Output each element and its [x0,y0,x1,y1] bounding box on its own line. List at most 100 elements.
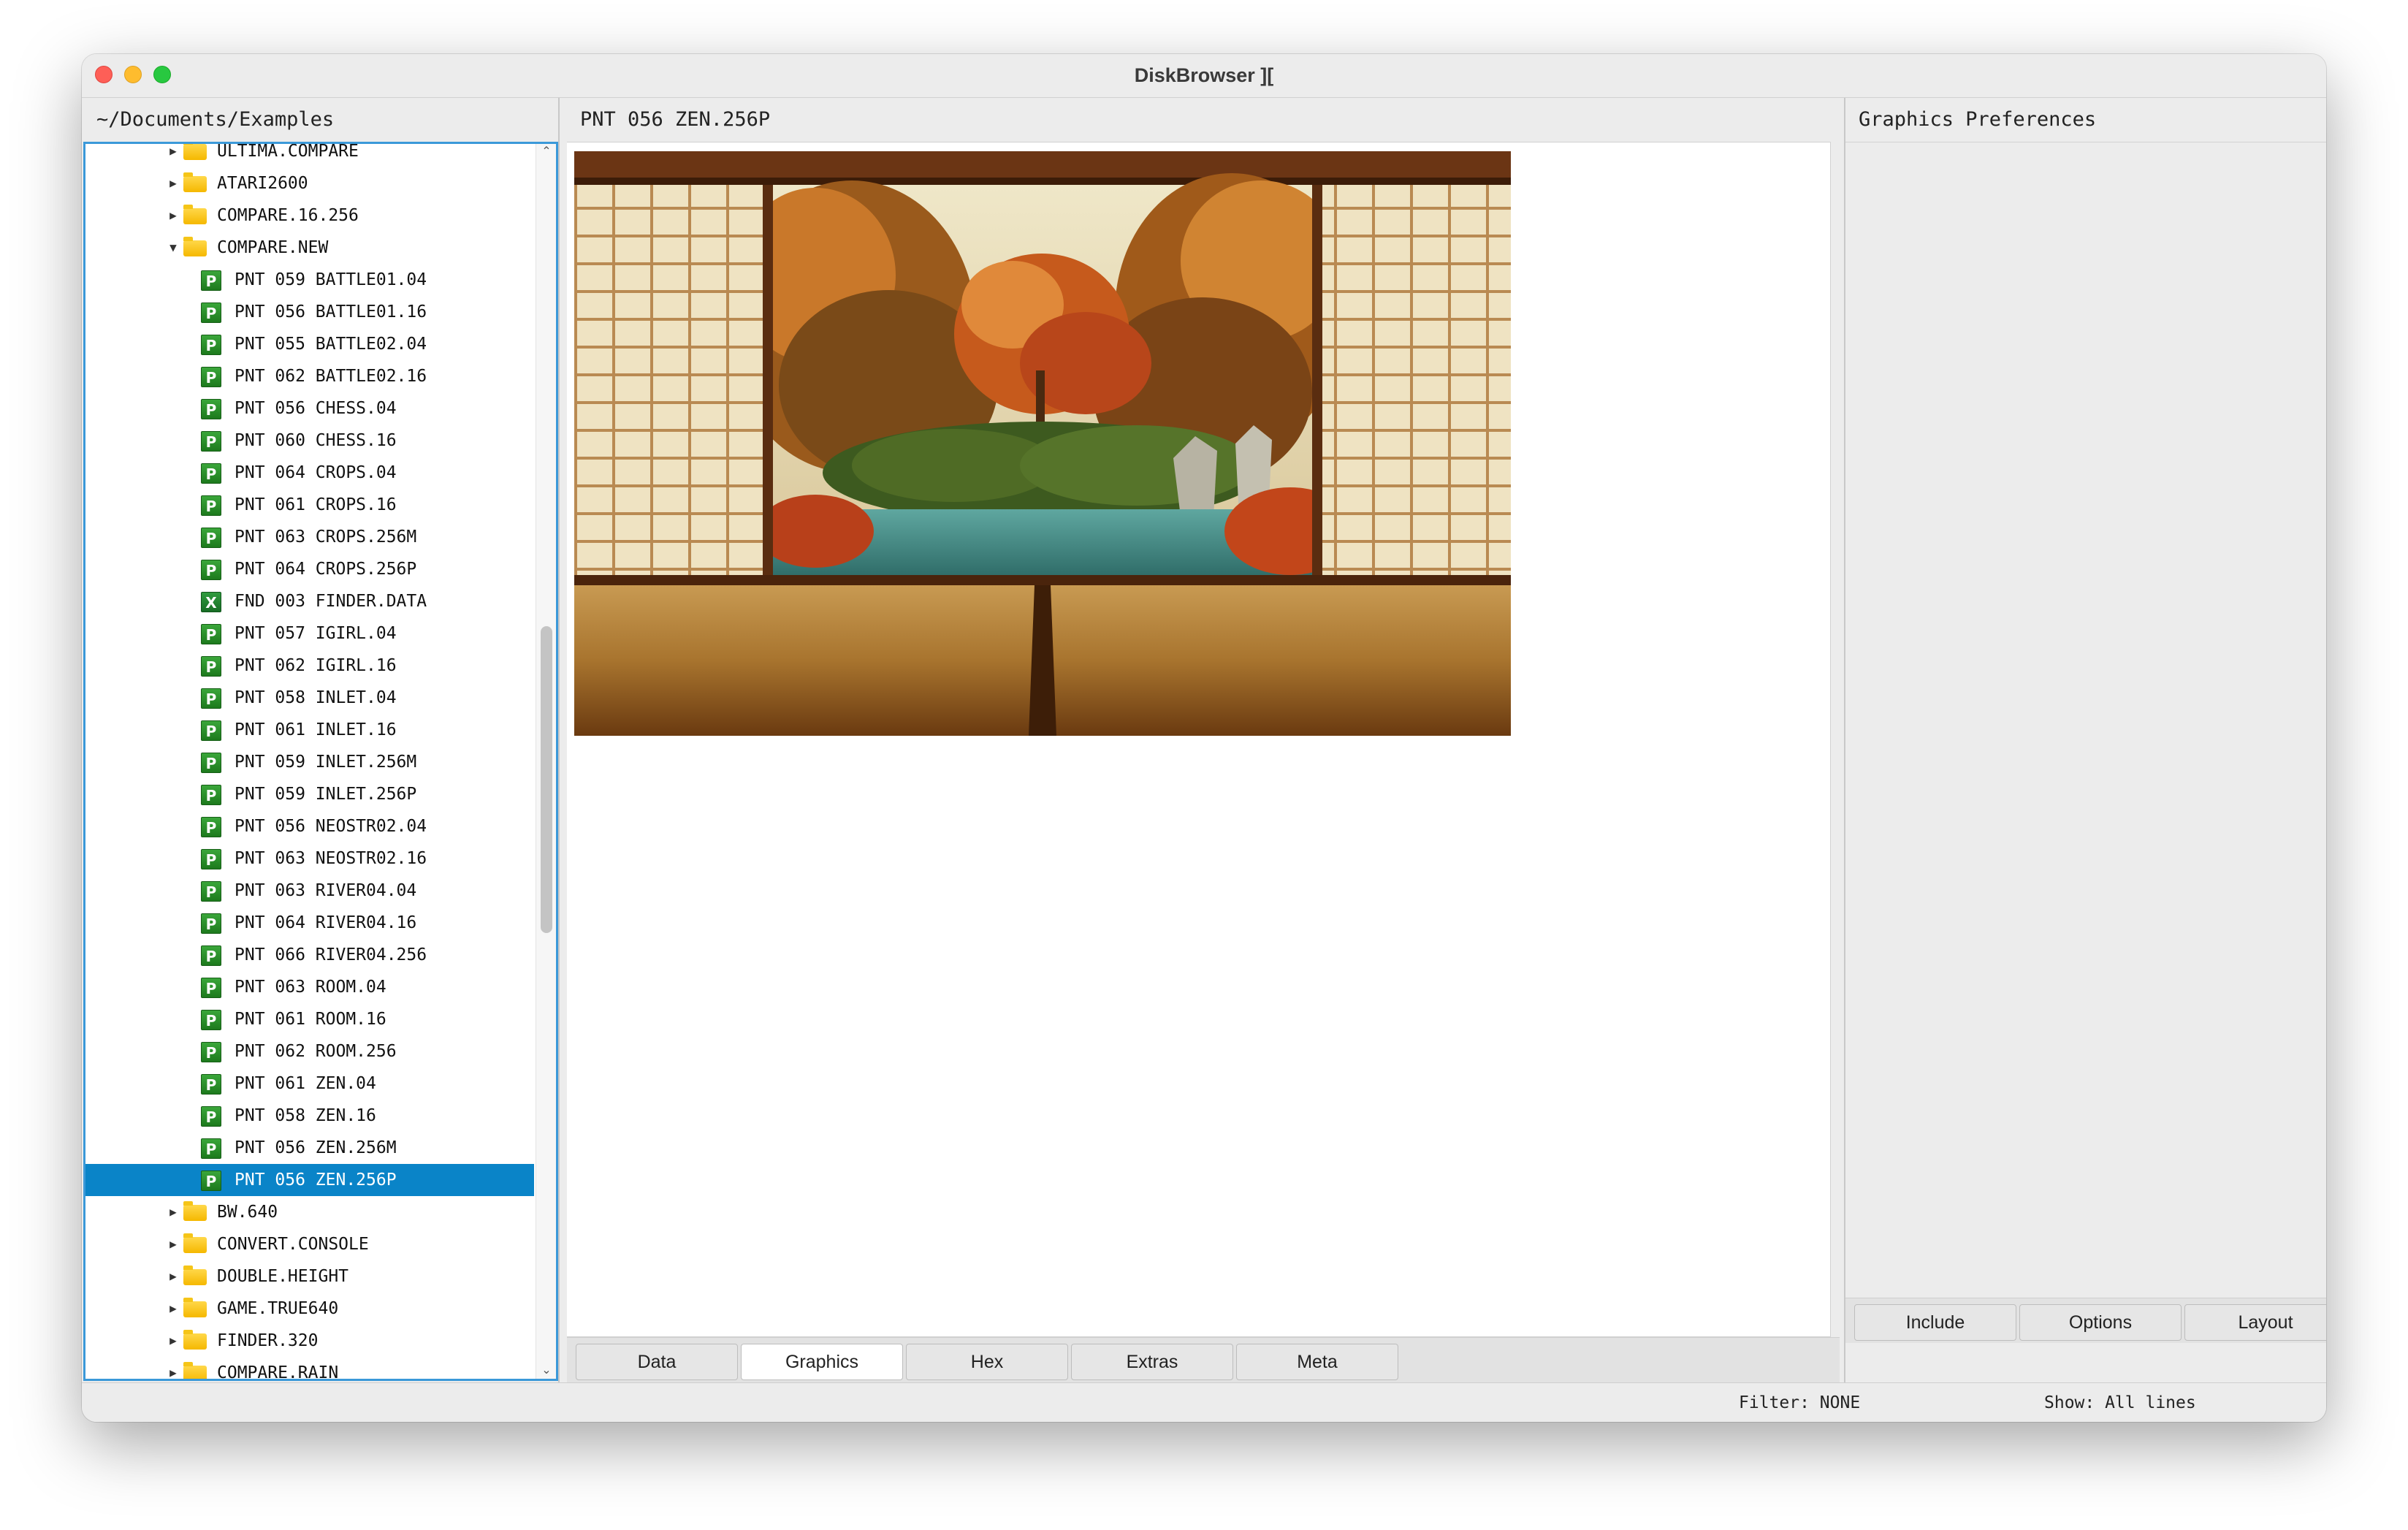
scrollbar-thumb[interactable] [541,626,552,933]
file-type-p-icon: P [201,495,221,516]
preferences-pane: Graphics Preferences Include Options Lay… [1844,98,2326,1382]
tree-item-label: PNT 062 IGIRL.16 [235,656,397,675]
tree-file[interactable]: P PNT 062 IGIRL.16 [85,650,534,682]
tree-item-label: PNT 064 CROPS.256P [235,560,417,579]
tree-item-label: PNT 064 CROPS.04 [235,463,397,482]
tab-options[interactable]: Options [2019,1304,2182,1341]
tree-item-label: PNT 061 ROOM.16 [235,1010,386,1029]
tab-layout[interactable]: Layout [2184,1304,2326,1341]
tree-file[interactable]: P PNT 055 BATTLE02.04 [85,328,534,360]
tree-item-label: ULTIMA.COMPARE [217,142,359,161]
tree-file[interactable]: P PNT 066 RIVER04.256 [85,939,534,971]
tree-file[interactable]: P PNT 056 ZEN.256M [85,1132,534,1164]
tree-file[interactable]: P PNT 062 ROOM.256 [85,1035,534,1067]
tree-folder[interactable]: ▼ COMPARE.NEW [85,232,534,264]
tree-file[interactable]: P PNT 061 ZEN.04 [85,1067,534,1100]
tab-hex[interactable]: Hex [906,1344,1068,1380]
tree-folder[interactable]: ▶ ATARI2600 [85,167,534,199]
disclosure-closed-icon[interactable]: ▶ [167,1293,179,1325]
tree-folder[interactable]: ▶ ULTIMA.COMPARE [85,142,534,167]
disclosure-closed-icon[interactable]: ▶ [167,144,179,167]
file-type-p-icon: P [201,1010,221,1030]
tree-item-label: PNT 066 RIVER04.256 [235,945,427,964]
tree-file[interactable]: P PNT 062 BATTLE02.16 [85,360,534,392]
tree-folder[interactable]: ▶ BW.640 [85,1196,534,1228]
tree-file[interactable]: P PNT 064 CROPS.04 [85,457,534,489]
file-type-p-icon: P [201,1042,221,1062]
disclosure-closed-icon[interactable]: ▶ [167,199,179,232]
tree-file[interactable]: P PNT 058 ZEN.16 [85,1100,534,1132]
tree-item-label: PNT 060 CHESS.16 [235,431,397,450]
tree-item-label: PNT 062 BATTLE02.16 [235,367,427,386]
tree-file[interactable]: X FND 003 FINDER.DATA [85,585,534,617]
tab-include[interactable]: Include [1854,1304,2016,1341]
tree-folder[interactable]: ▶ COMPARE.16.256 [85,199,534,232]
tree-file[interactable]: P PNT 063 CROPS.256M [85,521,534,553]
status-bar: Filter: NONE Show: All lines [82,1382,2326,1422]
tree-file[interactable]: P PNT 061 INLET.16 [85,714,534,746]
tree-item-label: DOUBLE.HEIGHT [217,1267,349,1286]
tree-file[interactable]: P PNT 056 ZEN.256P [85,1164,534,1196]
disclosure-closed-icon[interactable]: ▶ [167,1260,179,1293]
tree-item-label: FND 003 FINDER.DATA [235,592,427,611]
folder-icon [183,237,207,256]
tree-file[interactable]: P PNT 059 INLET.256M [85,746,534,778]
file-tree[interactable]: ▶ ULTIMA.COMPARE ▶ ATARI2600 ▶ COMPARE.16.256… [83,142,558,1381]
file-type-p-icon: P [201,1171,221,1191]
tree-item-label: PNT 059 BATTLE01.04 [235,270,427,289]
tree-folder[interactable]: ▶ GAME.TRUE640 [85,1293,534,1325]
tab-meta[interactable]: Meta [1236,1344,1398,1380]
catalog-path-header: ~/Documents/Examples [96,108,335,131]
disclosure-open-icon[interactable]: ▼ [167,232,179,264]
file-type-p-icon: P [201,688,221,709]
tree-file[interactable]: P PNT 059 INLET.256P [85,778,534,810]
tree-file[interactable]: P PNT 056 NEOSTR02.04 [85,810,534,842]
disclosure-closed-icon[interactable]: ▶ [167,1196,179,1228]
file-type-p-icon: P [201,881,221,902]
file-type-x-icon: X [201,592,221,612]
folder-icon [183,1362,207,1379]
tree-file[interactable]: P PNT 064 CROPS.256P [85,553,534,585]
tree-folder[interactable]: ▶ COMPARE.RAIN [85,1357,534,1379]
scroll-up-arrow-icon[interactable]: ⌃ [536,144,556,160]
tree-file[interactable]: P PNT 059 BATTLE01.04 [85,264,534,296]
file-type-p-icon: P [201,560,221,580]
graphics-canvas[interactable] [567,142,1831,1337]
tree-file[interactable]: P PNT 060 CHESS.16 [85,425,534,457]
disclosure-closed-icon[interactable]: ▶ [167,1325,179,1357]
tree-file[interactable]: P PNT 064 RIVER04.16 [85,907,534,939]
tree-file[interactable]: P PNT 063 RIVER04.04 [85,875,534,907]
disclosure-closed-icon[interactable]: ▶ [167,1357,179,1379]
file-type-p-icon: P [201,1138,221,1159]
tree-file[interactable]: P PNT 063 ROOM.04 [85,971,534,1003]
disclosure-closed-icon[interactable]: ▶ [167,167,179,199]
tree-folder[interactable]: ▶ CONVERT.CONSOLE [85,1228,534,1260]
tree-file[interactable]: P PNT 057 IGIRL.04 [85,617,534,650]
tree-item-label: PNT 061 INLET.16 [235,720,397,739]
tree-folder[interactable]: ▶ DOUBLE.HEIGHT [85,1260,534,1293]
file-type-p-icon: P [201,785,221,805]
file-type-p-icon: P [201,335,221,355]
file-type-p-icon: P [201,528,221,548]
tree-file[interactable]: P PNT 063 NEOSTR02.16 [85,842,534,875]
scroll-down-arrow-icon[interactable]: ⌄ [536,1363,556,1379]
tab-graphics[interactable]: Graphics [741,1344,903,1380]
tree-folder[interactable]: ▶ FINDER.320 [85,1325,534,1357]
tree-file[interactable]: P PNT 056 BATTLE01.16 [85,296,534,328]
tree-item-label: PNT 058 ZEN.16 [235,1106,376,1125]
tree-scrollbar[interactable]: ⌃ ⌄ [536,144,556,1379]
tree-file[interactable]: P PNT 061 ROOM.16 [85,1003,534,1035]
tab-extras[interactable]: Extras [1071,1344,1233,1380]
disclosure-closed-icon[interactable]: ▶ [167,1228,179,1260]
tree-file[interactable]: P PNT 061 CROPS.16 [85,489,534,521]
tree-item-label: PNT 063 CROPS.256M [235,528,417,547]
file-type-p-icon: P [201,720,221,741]
tab-data[interactable]: Data [576,1344,738,1380]
tree-item-label: BW.640 [217,1203,278,1222]
tree-file[interactable]: P PNT 056 CHESS.04 [85,392,534,425]
preferences-body [1845,142,2326,1337]
tree-file[interactable]: P PNT 058 INLET.04 [85,682,534,714]
tree-rows: ▶ ULTIMA.COMPARE ▶ ATARI2600 ▶ COMPARE.16.256… [85,142,534,1379]
tree-item-label: ATARI2600 [217,174,308,193]
file-type-p-icon: P [201,1106,221,1127]
